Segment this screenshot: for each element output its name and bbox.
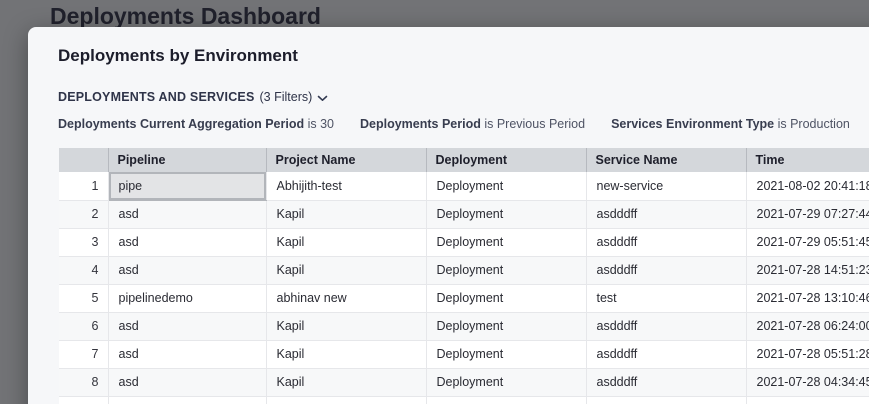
cell-time[interactable]: 2021-07-28 05:51:28: [746, 340, 869, 368]
column-header-deployment: Deployment: [426, 148, 586, 172]
row-number-cell: 7: [59, 340, 108, 368]
cell-deployment[interactable]: Deployment: [426, 228, 586, 256]
cell-project[interactable]: Kapil: [266, 312, 426, 340]
table-row: 6asdKapilDeploymentasdddff2021-07-28 06:…: [59, 312, 869, 340]
cell-project[interactable]: Abhijith-test: [266, 172, 426, 200]
cell-service[interactable]: new-service: [586, 172, 746, 200]
row-number-cell: 2: [59, 200, 108, 228]
filter-summary-segment: Deployments Current Aggregation Period i…: [58, 117, 334, 131]
row-number-cell: 6: [59, 312, 108, 340]
cell-project[interactable]: Kapil: [266, 228, 426, 256]
cell-pipeline[interactable]: asd: [108, 396, 266, 404]
row-number-cell: 1: [59, 172, 108, 200]
cell-service[interactable]: asdddff: [586, 340, 746, 368]
cell-time[interactable]: 2021-07-28 04:34:45: [746, 368, 869, 396]
cell-service[interactable]: test: [586, 284, 746, 312]
table-row: 7asdKapilDeploymentasdddff2021-07-28 05:…: [59, 340, 869, 368]
cell-pipeline[interactable]: asd: [108, 228, 266, 256]
table-row: 2asdKapilDeploymentasdddff2021-07-29 07:…: [59, 200, 869, 228]
cell-time[interactable]: 2021-07-28 06:24:00: [746, 312, 869, 340]
column-header-service-name: Service Name: [586, 148, 746, 172]
cell-pipeline[interactable]: asd: [108, 340, 266, 368]
column-header-time: Time: [746, 148, 869, 172]
cell-service[interactable]: asdddff: [586, 368, 746, 396]
cell-time[interactable]: 2021-08-02 20:41:18: [746, 172, 869, 200]
cell-service[interactable]: asdddff: [586, 396, 746, 404]
cell-project[interactable]: Kapil: [266, 340, 426, 368]
column-header-project-name: Project Name: [266, 148, 426, 172]
table-body: 1pipeAbhijith-testDeploymentnew-service2…: [59, 172, 869, 404]
cell-project[interactable]: Kapil: [266, 396, 426, 404]
cell-time[interactable]: 2021-07-29 05:51:45: [746, 228, 869, 256]
cell-project[interactable]: Kapil: [266, 256, 426, 284]
cell-deployment[interactable]: Deployment: [426, 396, 586, 404]
cell-pipeline[interactable]: pipelinedemo: [108, 284, 266, 312]
column-header-pipeline: Pipeline: [108, 148, 266, 172]
filters-toggle[interactable]: DEPLOYMENTS AND SERVICES (3 Filters): [58, 89, 328, 105]
filter-summary: Deployments Current Aggregation Period i…: [58, 117, 869, 131]
row-number-cell: 5: [59, 284, 108, 312]
modal-title: Deployments by Environment: [58, 46, 298, 66]
table-header-row: PipelineProject NameDeploymentService Na…: [59, 148, 869, 172]
table-row: 4asdKapilDeploymentasdddff2021-07-28 14:…: [59, 256, 869, 284]
screen: Deployments Dashboard Deployments by Env…: [0, 0, 869, 404]
filters-toggle-label: DEPLOYMENTS AND SERVICES: [58, 90, 255, 104]
table-row: 3asdKapilDeploymentasdddff2021-07-29 05:…: [59, 228, 869, 256]
cell-project[interactable]: Kapil: [266, 200, 426, 228]
cell-service[interactable]: asdddff: [586, 228, 746, 256]
cell-deployment[interactable]: Deployment: [426, 340, 586, 368]
table-row: 8asdKapilDeploymentasdddff2021-07-28 04:…: [59, 368, 869, 396]
deployments-table-wrap: PipelineProject NameDeploymentService Na…: [59, 148, 869, 404]
deployments-by-environment-modal: Deployments by Environment DEPLOYMENTS A…: [28, 27, 869, 404]
cell-time[interactable]: 2021-07-28 14:51:23: [746, 256, 869, 284]
cell-pipeline[interactable]: asd: [108, 256, 266, 284]
row-number-cell: 9: [59, 396, 108, 404]
table-row: 9asdKapilDeploymentasdddff2021-07-28 04:…: [59, 396, 869, 404]
cell-project[interactable]: Kapil: [266, 368, 426, 396]
cell-service[interactable]: asdddff: [586, 200, 746, 228]
filter-summary-segment: Deployments Period is Previous Period: [360, 117, 585, 131]
cell-service[interactable]: asdddff: [586, 312, 746, 340]
cell-project[interactable]: abhinav new: [266, 284, 426, 312]
row-number-cell: 3: [59, 228, 108, 256]
row-number-cell: 4: [59, 256, 108, 284]
cell-time[interactable]: 2021-07-29 07:27:44: [746, 200, 869, 228]
deployments-table: PipelineProject NameDeploymentService Na…: [59, 148, 869, 404]
filter-summary-segment: Services Environment Type is Production: [611, 117, 850, 131]
cell-deployment[interactable]: Deployment: [426, 200, 586, 228]
cell-time[interactable]: 2021-07-28 04:34:45: [746, 396, 869, 404]
table-row: 5pipelinedemoabhinav newDeploymenttest20…: [59, 284, 869, 312]
cell-pipeline[interactable]: asd: [108, 368, 266, 396]
cell-deployment[interactable]: Deployment: [426, 312, 586, 340]
cell-deployment[interactable]: Deployment: [426, 172, 586, 200]
cell-deployment[interactable]: Deployment: [426, 256, 586, 284]
cell-pipeline[interactable]: pipe: [108, 172, 266, 200]
filters-count: (3 Filters): [260, 90, 313, 104]
cell-pipeline[interactable]: asd: [108, 200, 266, 228]
chevron-down-icon[interactable]: [317, 91, 328, 105]
cell-time[interactable]: 2021-07-28 13:10:46: [746, 284, 869, 312]
cell-deployment[interactable]: Deployment: [426, 368, 586, 396]
cell-pipeline[interactable]: asd: [108, 312, 266, 340]
cell-deployment[interactable]: Deployment: [426, 284, 586, 312]
column-header-row-number: [59, 148, 108, 172]
table-row: 1pipeAbhijith-testDeploymentnew-service2…: [59, 172, 869, 200]
row-number-cell: 8: [59, 368, 108, 396]
cell-service[interactable]: asdddff: [586, 256, 746, 284]
